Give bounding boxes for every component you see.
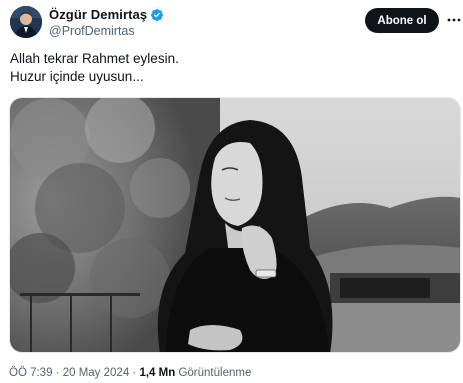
tweet-time[interactable]: ÖÖ 7:39 <box>9 367 52 379</box>
views-count: 1,4 Mn <box>139 367 176 379</box>
tweet-card: Özgür Demirtaş @ProfDemirtas Abone ol Al… <box>0 0 463 383</box>
tweet-text-line: Huzur içinde uyusun... <box>10 68 144 84</box>
tweet-photo[interactable] <box>9 97 461 353</box>
tweet-text-line: Allah tekrar Rahmet eylesin. <box>10 51 179 66</box>
meta-separator: · <box>55 367 60 379</box>
tweet-meta: ÖÖ 7:39 · 20 May 2024 · 1,4 Mn Görüntüle… <box>9 367 251 379</box>
verified-badge-icon <box>150 8 164 22</box>
more-options-icon[interactable] <box>447 13 461 27</box>
tweet-text: Allah tekrar Rahmet eylesin. Huzur içind… <box>10 50 179 85</box>
meta-separator: · <box>132 367 137 379</box>
author-display-name[interactable]: Özgür Demirtaş <box>49 7 147 22</box>
follow-button[interactable]: Abone ol <box>365 8 439 33</box>
tweet-date[interactable]: 20 May 2024 <box>63 367 130 379</box>
author-name-row: Özgür Demirtaş <box>49 7 164 22</box>
author-handle[interactable]: @ProfDemirtas <box>49 24 135 38</box>
views-label: Görüntülenme <box>178 367 252 379</box>
profile-avatar[interactable] <box>10 6 42 38</box>
